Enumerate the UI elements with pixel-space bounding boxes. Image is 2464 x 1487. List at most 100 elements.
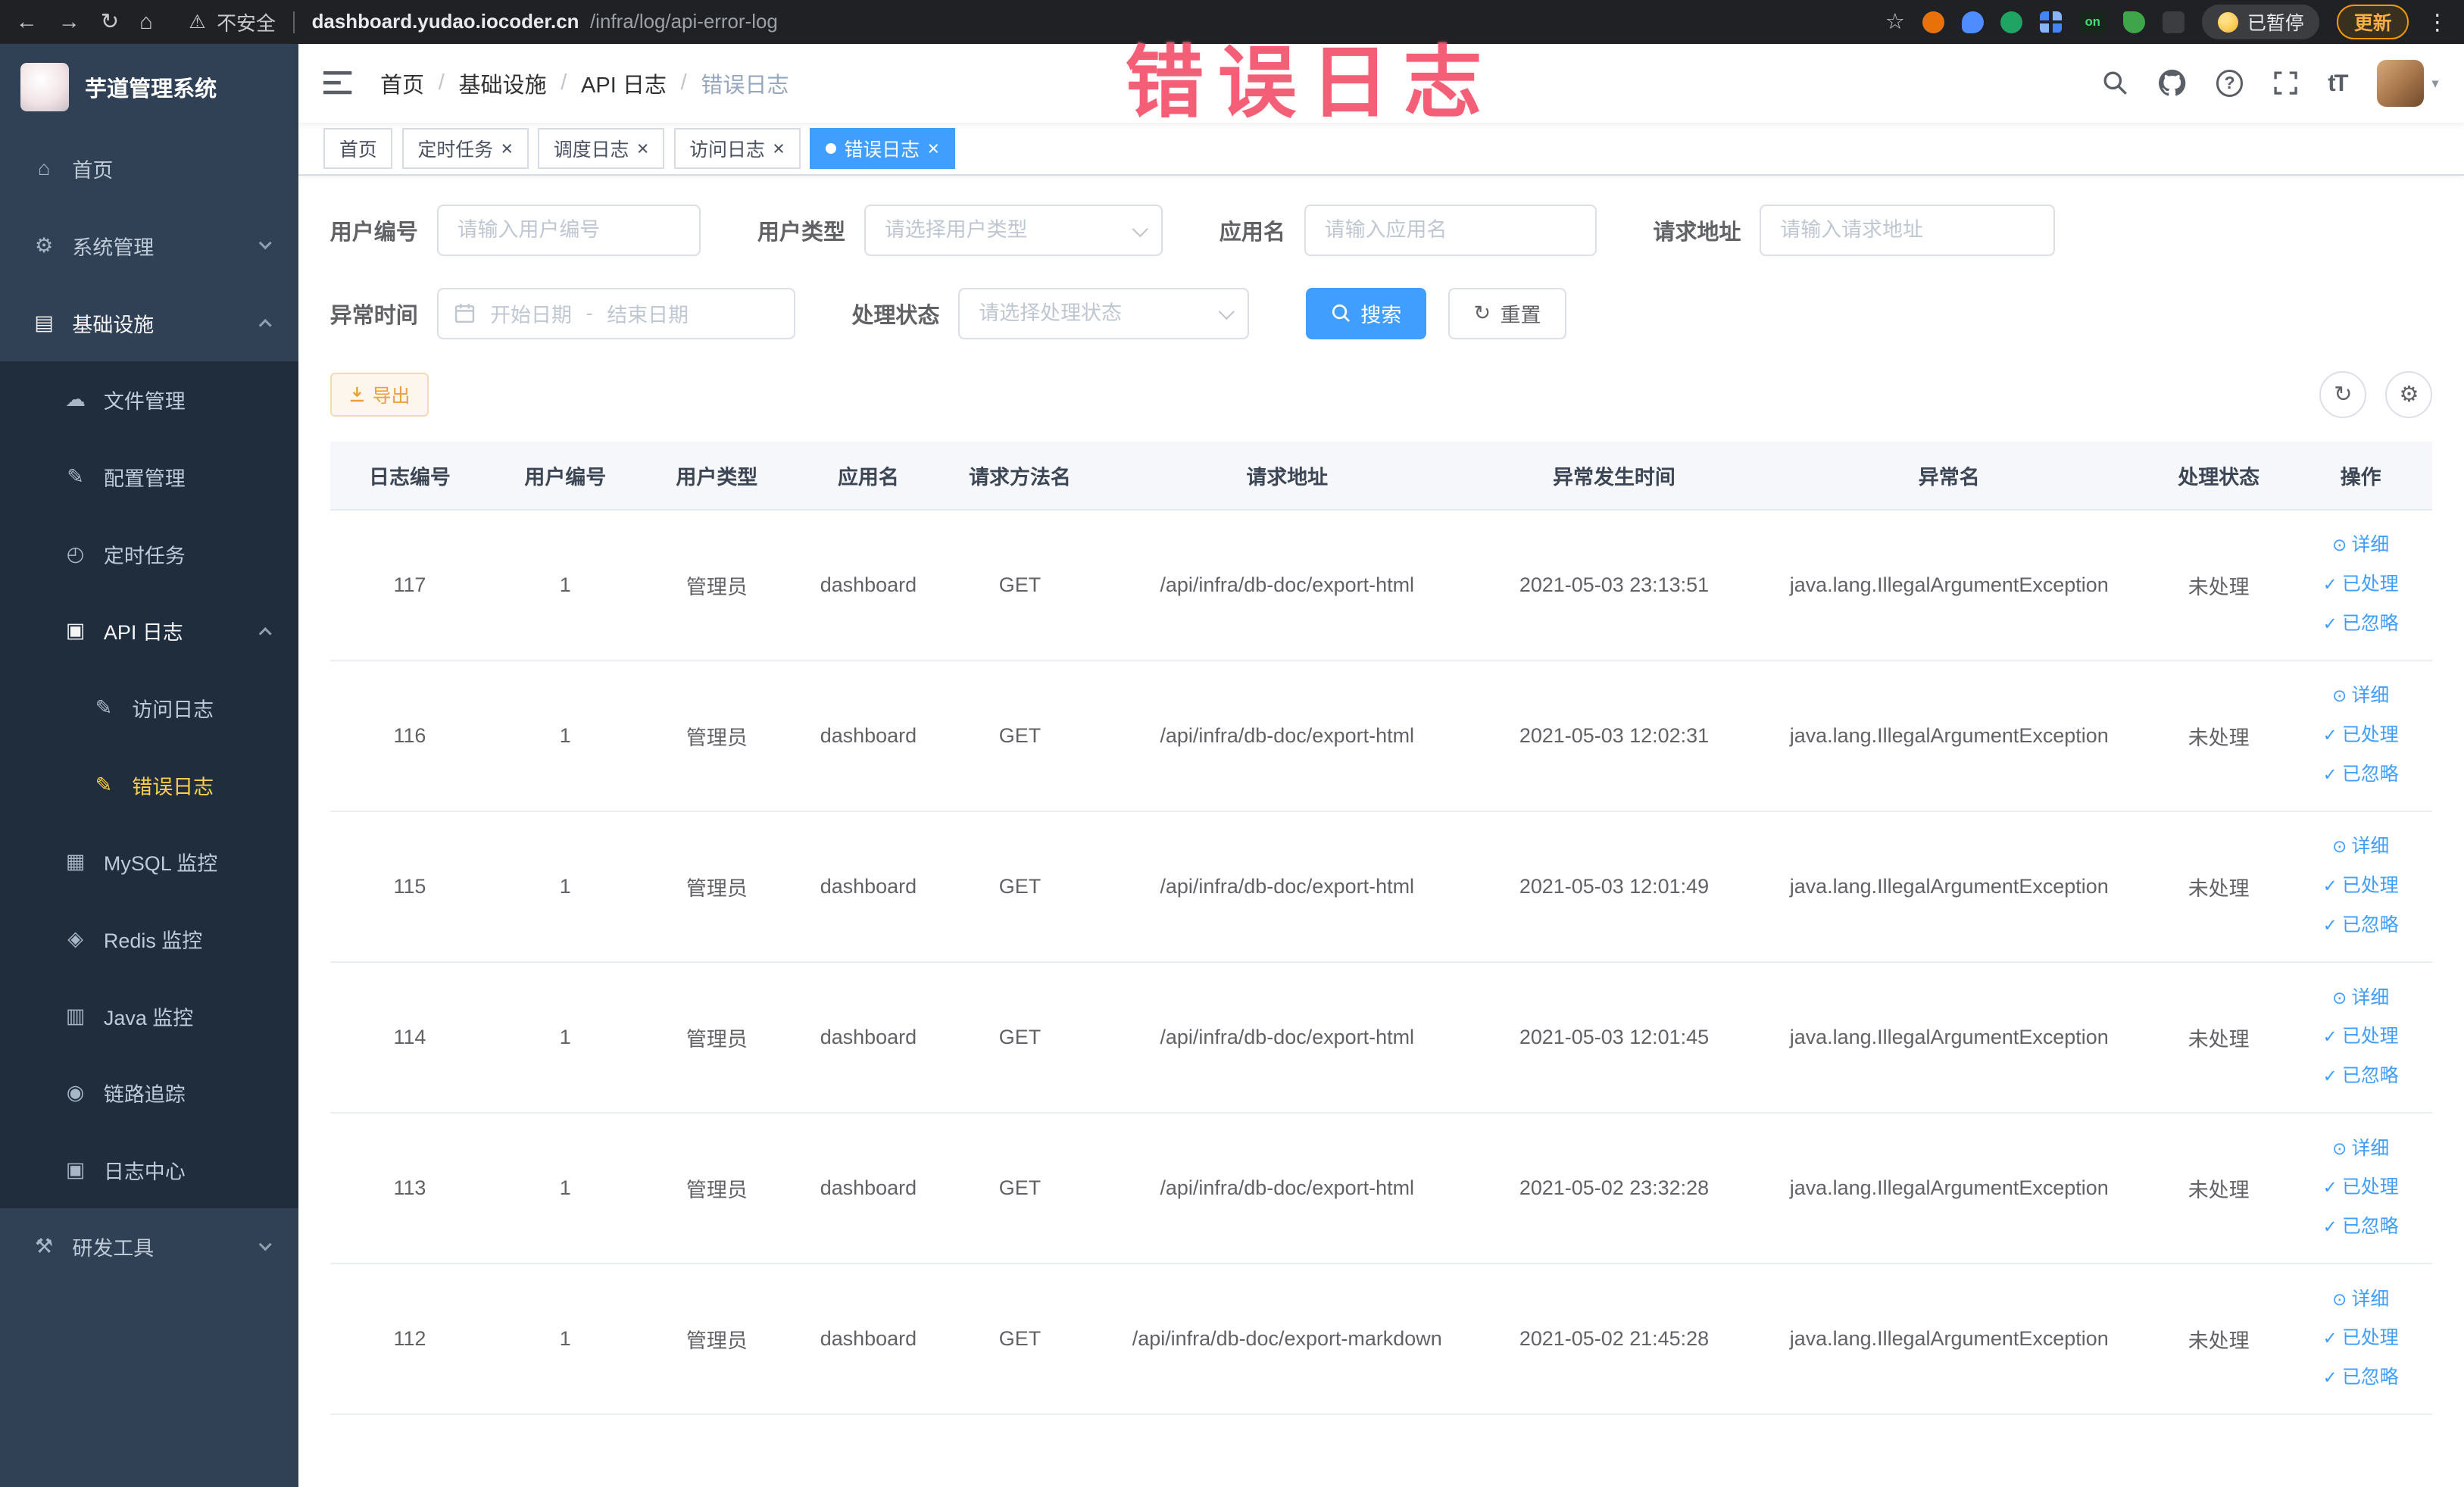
mark-ignored-link[interactable]: ✓ 已忽略 [2295, 906, 2426, 945]
refresh-button[interactable]: ↻ [2319, 370, 2367, 418]
browser-home-icon[interactable]: ⌂ [139, 11, 153, 33]
mark-ignored-link[interactable]: ✓ 已忽略 [2295, 755, 2426, 795]
not-secure-warning-icon[interactable]: ⚠ [189, 11, 205, 33]
extension-icon-3[interactable] [2000, 11, 2023, 33]
sidebar-item-mysql-monitor[interactable]: ▦ MySQL 监控 [0, 823, 299, 901]
sidebar-item-access-log[interactable]: ✎ 访问日志 [0, 669, 299, 747]
font-size-icon[interactable]: tT [2328, 70, 2348, 97]
sidebar-item-error-log[interactable]: ✎ 错误日志 [0, 746, 299, 823]
process-status-select[interactable] [958, 287, 1250, 340]
tab-error-log[interactable]: 错误日志 × [809, 128, 955, 170]
col-app-name: 应用名 [792, 441, 945, 511]
breadcrumb-infrastructure[interactable]: 基础设施 [458, 67, 546, 99]
cell-app: dashboard [792, 811, 945, 963]
sidebar-item-scheduled-jobs[interactable]: ◴ 定时任务 [0, 515, 299, 593]
cell-actions: ⊙ 详细 ✓ 已处理 ✓ 已忽略 [2288, 1263, 2433, 1415]
search-button[interactable]: 搜索 [1305, 287, 1427, 340]
column-settings-button[interactable]: ⚙ [2385, 370, 2433, 418]
close-icon[interactable]: × [501, 138, 513, 159]
sidebar-item-infrastructure[interactable]: ▤ 基础设施 [0, 284, 298, 361]
extension-icon-dark[interactable] [2163, 11, 2185, 33]
sidebar-item-dev-tools[interactable]: ⚒ 研发工具 [0, 1208, 298, 1286]
sidebar-item-file-management[interactable]: ☁ 文件管理 [0, 361, 299, 439]
tab-home[interactable]: 首页 [323, 128, 393, 170]
extension-icon-leaf[interactable] [2123, 11, 2146, 33]
user-type-select-input[interactable] [863, 204, 1163, 257]
user-type-select[interactable] [863, 204, 1163, 257]
tab-access-log[interactable]: 访问日志 × [673, 128, 801, 170]
breadcrumb-api-log[interactable]: API 日志 [581, 67, 667, 99]
sidebar-item-trace[interactable]: ◉ 链路追踪 [0, 1054, 299, 1132]
pen-icon: ✎ [95, 773, 113, 796]
chrome-update-button[interactable]: 更新 [2337, 5, 2409, 39]
sidebar-item-log-center[interactable]: ▣ 日志中心 [0, 1131, 299, 1209]
cell-time: 2021-05-02 21:45:28 [1478, 1263, 1750, 1415]
process-status-select-input[interactable] [958, 287, 1250, 340]
mark-processed-link[interactable]: ✓ 已处理 [2295, 1168, 2426, 1207]
fullscreen-icon[interactable] [2273, 70, 2298, 95]
sidebar-item-redis-monitor[interactable]: ◈ Redis 监控 [0, 900, 299, 978]
detail-link[interactable]: ⊙ 详细 [2295, 827, 2426, 867]
ignored-label: 已忽略 [2342, 1216, 2399, 1238]
extension-icon-1[interactable] [1922, 11, 1944, 33]
tab-schedule-log[interactable]: 调度日志 × [538, 128, 665, 170]
tab-scheduled-jobs[interactable]: 定时任务 × [401, 128, 529, 170]
mark-ignored-link[interactable]: ✓ 已忽略 [2295, 1057, 2426, 1096]
app-name-input[interactable] [1304, 204, 1597, 257]
table-header-row: 日志编号 用户编号 用户类型 应用名 请求方法名 请求地址 异常发生时间 异常名… [329, 441, 2433, 511]
mark-processed-link[interactable]: ✓ 已处理 [2295, 1319, 2426, 1358]
export-button[interactable]: 导出 [329, 372, 429, 417]
profile-paused-button[interactable]: 已暂停 [2201, 5, 2320, 39]
reload-icon[interactable]: ↻ [101, 11, 119, 33]
detail-link[interactable]: ⊙ 详细 [2295, 676, 2426, 716]
help-icon[interactable]: ? [2216, 70, 2244, 97]
bookmark-star-icon[interactable]: ☆ [1885, 11, 1905, 33]
close-icon[interactable]: × [927, 138, 939, 159]
reset-button[interactable]: ↻ 重置 [1448, 287, 1566, 340]
detail-label: 详细 [2351, 986, 2390, 1008]
detail-link[interactable]: ⊙ 详细 [2295, 1280, 2426, 1320]
close-icon[interactable]: × [773, 138, 785, 159]
cell-log-id: 117 [329, 509, 490, 661]
browser-menu-icon[interactable]: ⋮ [2426, 9, 2448, 36]
chevron-up-icon [258, 626, 273, 640]
detail-link[interactable]: ⊙ 详细 [2295, 979, 2426, 1018]
menu-label: 文件管理 [103, 390, 186, 414]
sidebar-item-api-log[interactable]: ▣ API 日志 [0, 592, 299, 670]
detail-link[interactable]: ⊙ 详细 [2295, 1129, 2426, 1169]
date-range-picker[interactable]: 开始日期 - 结束日期 [436, 287, 795, 340]
mark-processed-link[interactable]: ✓ 已处理 [2295, 565, 2426, 604]
search-icon[interactable] [2102, 70, 2128, 96]
sidebar-item-system-management[interactable]: ⚙ 系统管理 [0, 208, 298, 285]
sidebar-item-config-management[interactable]: ✎ 配置管理 [0, 438, 299, 516]
address-bar[interactable]: ⚠ 不安全 dashboard.yudao.iocoder.cn/infra/l… [189, 8, 778, 36]
request-url-input[interactable] [1760, 204, 2056, 257]
forward-icon[interactable]: → [58, 11, 80, 33]
user-menu[interactable]: ▾ [2376, 59, 2439, 108]
github-icon[interactable] [2158, 69, 2186, 97]
extension-icon-on-badge[interactable]: on [2079, 11, 2106, 33]
hamburger-icon[interactable] [323, 71, 352, 95]
close-icon[interactable]: × [637, 138, 649, 159]
breadcrumb-home[interactable]: 首页 [380, 67, 424, 99]
browser-toolbar-right: ☆ on 已暂停 更新 ⋮ [1885, 5, 2448, 39]
detail-link[interactable]: ⊙ 详细 [2295, 526, 2426, 565]
check-icon: ✓ [2322, 1367, 2338, 1388]
sidebar-item-home[interactable]: ⌂ 首页 [0, 130, 298, 208]
tags-view-bar: 首页 定时任务 × 调度日志 × 访问日志 × 错误日志 × [298, 122, 2464, 177]
mark-ignored-link[interactable]: ✓ 已忽略 [2295, 604, 2426, 644]
user-id-input[interactable] [436, 204, 701, 257]
mark-processed-link[interactable]: ✓ 已处理 [2295, 1017, 2426, 1057]
mark-processed-link[interactable]: ✓ 已处理 [2295, 867, 2426, 906]
sidebar-item-java-monitor[interactable]: ▥ Java 监控 [0, 977, 299, 1054]
mark-processed-link[interactable]: ✓ 已处理 [2295, 716, 2426, 755]
extension-icon-grid[interactable] [2040, 11, 2063, 33]
mark-ignored-link[interactable]: ✓ 已忽略 [2295, 1358, 2426, 1398]
menu-label: 系统管理 [72, 236, 155, 260]
mark-ignored-link[interactable]: ✓ 已忽略 [2295, 1207, 2426, 1247]
cell-app: dashboard [792, 509, 945, 661]
back-icon[interactable]: ← [16, 11, 38, 33]
app-logo[interactable]: 芋道管理系统 [0, 44, 298, 130]
extension-icon-2[interactable] [1961, 11, 1984, 33]
edit-icon: ✎ [67, 465, 84, 489]
